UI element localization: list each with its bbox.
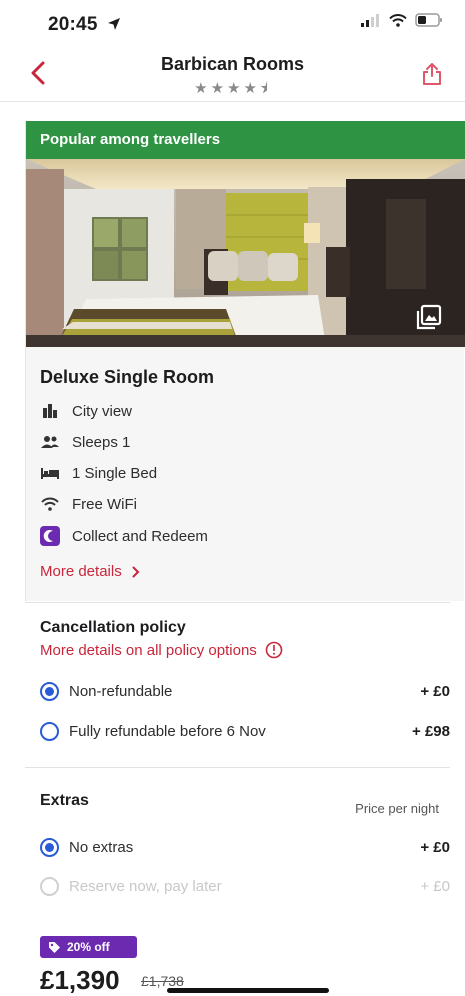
option-price: + £98 <box>412 722 450 740</box>
discount-badge: 20% off <box>40 936 137 958</box>
status-bar: 20:45 <box>0 0 465 44</box>
room-image <box>26 159 465 347</box>
feature-city-view: City view <box>40 400 132 422</box>
feature-bed: 1 Single Bed <box>40 462 157 484</box>
radio-button[interactable] <box>40 721 59 741</box>
option-price: + £0 <box>420 877 450 895</box>
header: Barbican Rooms ★★★★⯨ <box>0 46 465 102</box>
option-non-refundable[interactable]: Non-refundable + £0 <box>40 679 450 703</box>
wifi-status-icon <box>389 13 407 27</box>
location-arrow-icon <box>108 18 121 30</box>
bed-icon <box>40 463 60 483</box>
room-name: Deluxe Single Room <box>40 367 215 387</box>
feature-label: 1 Single Bed <box>72 464 158 482</box>
star-rating: ★★★★⯨ <box>194 80 271 97</box>
option-reserve-pay-later: Reserve now, pay later + £0 <box>40 874 450 898</box>
room-photo[interactable] <box>26 159 465 347</box>
people-icon <box>40 432 60 452</box>
divider <box>25 602 450 603</box>
city-icon <box>40 401 60 421</box>
collect-redeem-icon <box>40 526 60 546</box>
status-time: 20:45 <box>48 14 121 36</box>
status-icons <box>361 13 443 27</box>
share-button[interactable] <box>417 58 447 90</box>
option-price: + £0 <box>420 838 450 856</box>
hotel-title: Barbican Rooms <box>160 54 305 74</box>
option-label: Non-refundable <box>69 682 173 700</box>
option-label: Fully refundable before 6 Nov <box>69 722 266 740</box>
option-price: + £0 <box>420 682 450 700</box>
option-fully-refundable[interactable]: Fully refundable before 6 Nov + £98 <box>40 719 450 743</box>
popular-banner: Popular among travellers <box>26 121 465 159</box>
clock-text: 20:45 <box>48 14 98 35</box>
feature-label: Collect and Redeem <box>72 527 208 545</box>
radio-button-selected[interactable] <box>40 681 59 701</box>
radio-button-selected[interactable] <box>40 837 59 857</box>
feature-wifi: Free WiFi <box>40 493 137 515</box>
discount-label: 20% off <box>67 940 110 954</box>
radio-button-disabled <box>40 876 59 896</box>
option-no-extras[interactable]: No extras + £0 <box>40 835 450 859</box>
original-price: £1,738 <box>141 973 184 989</box>
tag-icon <box>49 941 60 953</box>
feature-collect-redeem: Collect and Redeem <box>40 525 208 547</box>
home-indicator[interactable] <box>167 988 329 993</box>
more-details-label: More details <box>40 563 122 580</box>
wifi-icon <box>40 494 60 514</box>
more-details-link[interactable]: More details <box>40 563 140 580</box>
signal-icon <box>361 13 379 27</box>
feature-label: City view <box>72 402 133 420</box>
feature-label: Sleeps 1 <box>72 433 131 451</box>
feature-label: Free WiFi <box>72 495 137 513</box>
price-per-night-label: Price per night <box>355 801 439 816</box>
divider <box>25 767 450 768</box>
share-icon <box>423 63 441 85</box>
battery-icon <box>415 13 442 27</box>
extras-title: Extras <box>40 792 89 809</box>
option-label: Reserve now, pay later <box>69 877 222 895</box>
chevron-right-icon <box>132 566 140 577</box>
policy-link-label: More details on all policy options <box>40 641 257 659</box>
option-label: No extras <box>69 838 134 856</box>
room-card[interactable]: Popular among travellers Deluxe Single R… <box>25 121 465 601</box>
gallery-button[interactable] <box>415 303 443 331</box>
gallery-icon <box>416 304 442 330</box>
price: £1,390 <box>40 965 120 995</box>
feature-sleeps: Sleeps 1 <box>40 431 130 453</box>
info-icon <box>265 641 283 659</box>
policy-details-link[interactable]: More details on all policy options <box>40 641 283 659</box>
cancellation-title: Cancellation policy <box>40 619 186 636</box>
